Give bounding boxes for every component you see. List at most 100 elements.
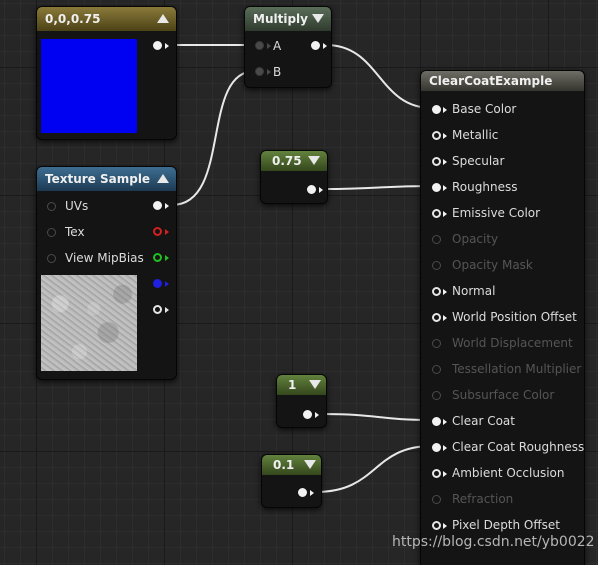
material-result-title: ClearCoatExample	[429, 74, 553, 88]
input-label: World Displacement	[452, 336, 573, 350]
output-arrow-icon	[165, 255, 169, 261]
constant-clear-coat-roughness-node[interactable]: 0.1	[261, 454, 322, 508]
triangle-down-icon[interactable]	[308, 156, 320, 165]
input-pin[interactable]	[432, 443, 441, 452]
input-label: Normal	[452, 284, 496, 298]
watermark-text: https://blog.csdn.net/yb0022	[392, 534, 595, 550]
input-pin-tex[interactable]	[47, 228, 56, 237]
input-pin	[432, 235, 441, 244]
texture-preview-image	[41, 275, 137, 371]
output-arrow-icon	[315, 412, 319, 418]
input-pin[interactable]	[432, 105, 441, 114]
triangle-up-icon[interactable]	[157, 174, 169, 183]
input-pin[interactable]	[432, 469, 441, 478]
input-arrow-icon	[443, 445, 447, 451]
material-input-emissive-color[interactable]: Emissive Color	[429, 200, 579, 226]
output-arrow-icon	[165, 307, 169, 313]
constant-output-pin[interactable]	[298, 488, 307, 497]
r-output-pin[interactable]	[153, 227, 162, 236]
input-pin[interactable]	[432, 209, 441, 218]
output-arrow-icon	[165, 229, 169, 235]
input-arrow-icon	[443, 211, 447, 217]
multiply-node[interactable]: Multiply A B	[244, 6, 332, 88]
rgb-output-arrow-icon	[165, 43, 169, 49]
triangle-down-icon[interactable]	[304, 460, 316, 469]
multiply-header[interactable]: Multiply	[245, 7, 331, 31]
constant-roughness-header[interactable]: 0.75	[261, 151, 327, 171]
g-output-pin[interactable]	[153, 253, 162, 262]
constant-output-pin[interactable]	[303, 410, 312, 419]
material-input-normal[interactable]: Normal	[429, 278, 579, 304]
output-arrow-icon	[310, 490, 314, 496]
input-pin	[432, 495, 441, 504]
input-label: Tessellation Multiplier	[452, 362, 582, 376]
constant-clear-coat-roughness-header[interactable]: 0.1	[262, 455, 321, 475]
material-input-base-color[interactable]: Base Color	[429, 96, 579, 122]
input-pin	[432, 365, 441, 374]
constant-roughness-node[interactable]: 0.75	[260, 150, 328, 204]
input-pin[interactable]	[432, 131, 441, 140]
input-label-view-mipbias: View MipBias	[65, 251, 144, 265]
material-input-world-position-offset[interactable]: World Position Offset	[429, 304, 579, 330]
material-input-opacity-mask: Opacity Mask	[429, 252, 579, 278]
input-label: Subsurface Color	[452, 388, 555, 402]
constant-output-pin[interactable]	[307, 185, 316, 194]
input-pin[interactable]	[432, 313, 441, 322]
material-input-clear-coat[interactable]: Clear Coat	[429, 408, 579, 434]
constant-clear-coat-header[interactable]: 1	[277, 375, 326, 395]
constant3-vector-title: 0,0,0.75	[45, 12, 101, 26]
wire-clear-coat-roughness	[315, 445, 433, 493]
constant-clear-coat-node[interactable]: 1	[276, 374, 327, 428]
input-label-a: A	[273, 39, 282, 53]
input-label-b: B	[273, 65, 282, 79]
input-label: Roughness	[452, 180, 518, 194]
material-input-specular[interactable]: Specular	[429, 148, 579, 174]
input-pin[interactable]	[432, 287, 441, 296]
wire-roughness	[321, 185, 433, 190]
input-pin[interactable]	[432, 157, 441, 166]
texture-sample-title: Texture Sample	[45, 172, 151, 186]
rgb-output-pin[interactable]	[153, 201, 162, 210]
material-input-tessellation-multiplier: Tessellation Multiplier	[429, 356, 582, 382]
material-input-subsurface-color: Subsurface Color	[429, 382, 579, 408]
texture-sample-header[interactable]: Texture Sample	[37, 167, 176, 191]
input-pin-a[interactable]	[255, 41, 264, 50]
material-input-metallic[interactable]: Metallic	[429, 122, 579, 148]
multiply-output-pin[interactable]	[311, 41, 320, 50]
material-result-header[interactable]: ClearCoatExample	[421, 71, 584, 91]
triangle-up-icon[interactable]	[157, 14, 169, 23]
material-result-node[interactable]: ClearCoatExample Base Color Metallic Specu…	[420, 70, 585, 565]
constant3-vector-header[interactable]: 0,0,0.75	[37, 7, 176, 31]
input-arrow-icon	[443, 133, 447, 139]
a-output-pin[interactable]	[153, 305, 162, 314]
input-arrow-icon	[443, 523, 447, 529]
output-arrow-icon	[319, 187, 323, 193]
texture-sample-node[interactable]: Texture Sample UVs Tex View MipBias	[36, 166, 177, 380]
material-input-clear-coat-roughness[interactable]: Clear Coat Roughness	[429, 434, 584, 460]
input-arrow-icon	[267, 69, 271, 75]
triangle-down-icon[interactable]	[309, 380, 321, 389]
constant-roughness-value: 0.75	[272, 154, 302, 168]
b-output-pin[interactable]	[153, 279, 162, 288]
material-input-ambient-occlusion[interactable]: Ambient Occlusion	[429, 460, 579, 486]
input-label: Metallic	[452, 128, 499, 142]
input-pin-uvs[interactable]	[47, 202, 56, 211]
color-preview-swatch	[41, 39, 137, 133]
material-input-refraction: Refraction	[429, 486, 579, 512]
output-arrow-icon	[165, 203, 169, 209]
material-input-roughness[interactable]: Roughness	[429, 174, 579, 200]
constant3-vector-node[interactable]: 0,0,0.75	[36, 6, 177, 140]
input-pin	[432, 391, 441, 400]
rgb-output-pin[interactable]	[153, 41, 162, 50]
input-pin[interactable]	[432, 183, 441, 192]
input-pin-view-mipbias[interactable]	[47, 254, 56, 263]
input-pin-b[interactable]	[255, 67, 264, 76]
triangle-down-icon[interactable]	[312, 14, 324, 23]
input-label-uvs: UVs	[65, 199, 89, 213]
input-arrow-icon	[443, 471, 447, 477]
input-arrow-icon	[267, 43, 271, 49]
wire-clear-coat	[320, 413, 433, 421]
input-pin[interactable]	[432, 417, 441, 426]
input-pin[interactable]	[432, 521, 441, 530]
input-label: Ambient Occlusion	[452, 466, 565, 480]
